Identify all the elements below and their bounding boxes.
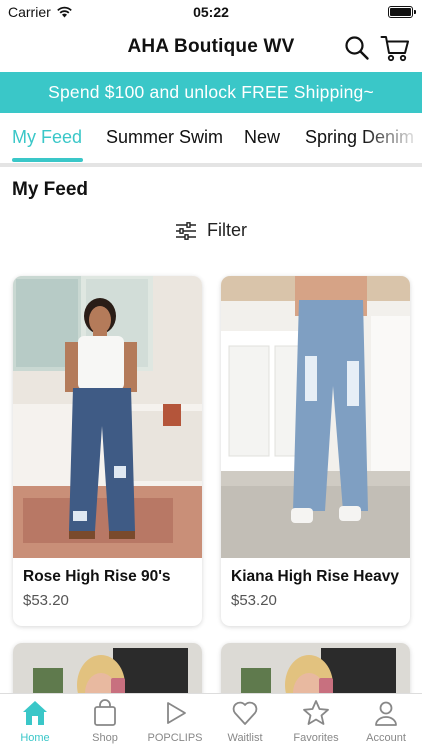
promo-banner[interactable]: Spend $100 and unlock FREE Shipping~ <box>0 72 422 113</box>
person-icon <box>375 701 397 726</box>
cart-icon <box>380 36 409 62</box>
nav-popclips-label: POPCLIPS <box>147 732 203 744</box>
category-tabs: My Feed Summer Swim New Spring Denim <box>0 113 422 163</box>
section-title: My Feed <box>12 179 89 200</box>
active-tab-indicator <box>12 158 83 162</box>
nav-waitlist[interactable]: Waitlist <box>210 698 280 744</box>
shopping-bag-icon <box>94 699 116 726</box>
tab-new[interactable]: New <box>244 127 280 148</box>
nav-home[interactable]: Home <box>0 698 70 744</box>
product-card[interactable]: Kiana High Rise Heavy $53.20 <box>221 276 410 626</box>
product-image <box>221 276 410 558</box>
search-button[interactable] <box>343 34 371 62</box>
star-icon <box>303 700 329 725</box>
tabs-fade <box>362 113 422 163</box>
header: AHA Boutique WV <box>0 26 422 72</box>
battery-icon <box>388 6 416 18</box>
nav-home-label: Home <box>20 732 50 744</box>
product-card[interactable]: Rose High Rise 90's $53.20 <box>13 276 202 626</box>
tab-summer-swim[interactable]: Summer Swim <box>106 127 223 148</box>
nav-account-label: Account <box>366 732 406 744</box>
home-icon <box>23 701 47 725</box>
nav-favorites-label: Favorites <box>293 732 339 744</box>
product-image <box>13 276 202 558</box>
nav-account[interactable]: Account <box>351 698 421 744</box>
status-bar: Carrier 05:22 <box>0 0 422 26</box>
nav-favorites[interactable]: Favorites <box>281 698 351 744</box>
filter-label: Filter <box>207 220 247 240</box>
search-icon <box>345 36 369 60</box>
nav-popclips[interactable]: POPCLIPS <box>140 698 210 744</box>
nav-shop-label: Shop <box>92 732 118 744</box>
product-name: Kiana High Rise Heavy <box>231 568 399 585</box>
tabs-divider <box>0 163 422 167</box>
nav-shop[interactable]: Shop <box>70 698 140 744</box>
filter-icon <box>176 221 196 240</box>
clock: 05:22 <box>193 4 229 20</box>
heart-icon <box>232 701 258 725</box>
product-price: $53.20 <box>231 592 277 609</box>
filter-button[interactable]: Filter <box>175 220 247 241</box>
nav-waitlist-label: Waitlist <box>227 732 263 744</box>
tab-my-feed[interactable]: My Feed <box>12 127 82 148</box>
cart-button[interactable] <box>380 34 409 62</box>
product-price: $53.20 <box>23 592 69 609</box>
play-icon <box>167 702 186 724</box>
bottom-tab-bar: Home Shop POPCLIPS Waitlist Favorites Ac… <box>0 693 422 750</box>
product-name: Rose High Rise 90's <box>23 568 171 585</box>
promo-text: Spend $100 and unlock FREE Shipping~ <box>48 82 374 102</box>
